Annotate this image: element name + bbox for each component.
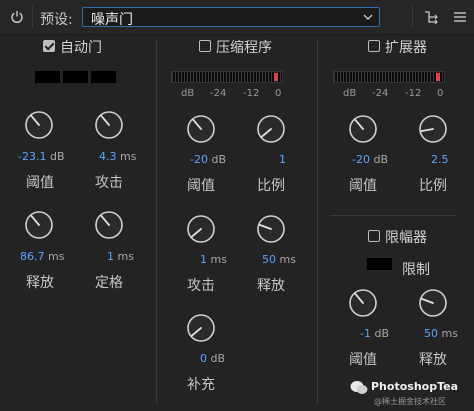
compressor-checkbox[interactable] bbox=[199, 40, 211, 52]
ratio-knob[interactable] bbox=[256, 114, 286, 144]
preset-label: 预设: bbox=[40, 12, 73, 28]
release-value: 50 ms bbox=[424, 327, 458, 340]
threshold-label: 阈值 bbox=[26, 175, 54, 191]
knob-dial bbox=[187, 314, 215, 342]
knob-dial bbox=[349, 115, 377, 143]
threshold-label: 阈值 bbox=[349, 352, 377, 368]
routing-icon[interactable] bbox=[423, 9, 439, 25]
ratio-knob[interactable] bbox=[418, 114, 448, 144]
top-toolbar: 预设: 噪声门 bbox=[0, 0, 474, 35]
expander-meter bbox=[333, 71, 445, 83]
gate-indicator bbox=[91, 71, 116, 83]
knob-dial bbox=[187, 115, 215, 143]
gate-indicator bbox=[63, 71, 88, 83]
power-icon[interactable] bbox=[10, 10, 24, 24]
hold-label: 定格 bbox=[95, 275, 123, 291]
makeup-knob[interactable] bbox=[186, 313, 216, 343]
threshold-value: -20 dB bbox=[352, 153, 388, 166]
gate-checkbox[interactable] bbox=[43, 40, 55, 52]
meter-scale-label: dB bbox=[181, 88, 195, 99]
toolbar-divider bbox=[32, 6, 33, 28]
limit-label: 限制 bbox=[402, 262, 430, 278]
threshold-value: -20 dB bbox=[190, 153, 226, 166]
compressor-title: 压缩程序 bbox=[216, 40, 272, 56]
watermark-sub: @稀土掘金技术社区 bbox=[374, 397, 446, 406]
attack-knob[interactable] bbox=[94, 110, 124, 140]
release-value: 86.7 ms bbox=[20, 250, 65, 263]
column-divider bbox=[317, 40, 318, 404]
limiter-indicator bbox=[367, 258, 392, 270]
attack-value: 4.3 ms bbox=[99, 150, 137, 163]
section-divider bbox=[330, 215, 457, 216]
ratio-label: 比例 bbox=[257, 178, 285, 194]
toolbar-divider bbox=[412, 6, 413, 28]
hold-value: 1 ms bbox=[107, 250, 134, 263]
threshold-label: 阈值 bbox=[349, 178, 377, 194]
watermark-brand: PhotoshopTea bbox=[371, 380, 459, 393]
knob-dial bbox=[95, 211, 123, 239]
attack-value: 1 ms bbox=[200, 253, 227, 266]
column-divider bbox=[156, 40, 157, 404]
attack-label: 攻击 bbox=[95, 175, 123, 191]
meter-scale-label: 0 bbox=[437, 88, 444, 99]
knob-dial bbox=[257, 115, 285, 143]
release-knob[interactable] bbox=[24, 210, 54, 240]
meter-scale-label: -24 bbox=[372, 88, 389, 99]
threshold-knob[interactable] bbox=[24, 110, 54, 140]
menu-icon[interactable] bbox=[452, 9, 468, 25]
attack-knob[interactable] bbox=[186, 214, 216, 244]
knob-dial bbox=[419, 115, 447, 143]
preset-dropdown[interactable]: 噪声门 bbox=[82, 7, 380, 28]
limiter-title: 限幅器 bbox=[385, 230, 427, 246]
knob-dial bbox=[95, 111, 123, 139]
watermark: PhotoshopTea @稀土掘金技术社区 bbox=[350, 378, 470, 408]
hold-knob[interactable] bbox=[94, 210, 124, 240]
makeup-value: 0 dB bbox=[200, 352, 226, 365]
threshold-value: -23.1 dB bbox=[18, 150, 65, 163]
ratio-label: 比例 bbox=[419, 178, 447, 194]
threshold-knob[interactable] bbox=[348, 288, 378, 318]
knob-dial bbox=[349, 289, 377, 317]
release-label: 释放 bbox=[26, 275, 54, 291]
ratio-value: 2.5 bbox=[431, 153, 449, 166]
compressor-meter bbox=[171, 71, 283, 83]
threshold-value: -1 dB bbox=[360, 327, 389, 340]
makeup-label: 补充 bbox=[187, 377, 215, 393]
gate-indicator bbox=[35, 71, 60, 83]
meter-scale-label: 0 bbox=[275, 88, 282, 99]
preset-value: 噪声门 bbox=[91, 12, 133, 28]
meter-scale-label: -12 bbox=[405, 88, 422, 99]
meter-scale-label: dB bbox=[343, 88, 357, 99]
threshold-knob[interactable] bbox=[348, 114, 378, 144]
knob-dial bbox=[187, 215, 215, 243]
limiter-checkbox[interactable] bbox=[368, 230, 380, 242]
knob-dial bbox=[419, 289, 447, 317]
release-knob[interactable] bbox=[418, 288, 448, 318]
meter-scale-label: -12 bbox=[243, 88, 260, 99]
release-label: 释放 bbox=[257, 278, 285, 294]
knob-dial bbox=[25, 211, 53, 239]
knob-dial bbox=[25, 111, 53, 139]
chevron-down-icon bbox=[363, 14, 373, 20]
expander-checkbox[interactable] bbox=[368, 40, 380, 52]
threshold-knob[interactable] bbox=[186, 114, 216, 144]
ratio-value: 1 bbox=[279, 153, 286, 166]
attack-label: 攻击 bbox=[187, 278, 215, 294]
threshold-label: 阈值 bbox=[187, 178, 215, 194]
release-value: 50 ms bbox=[262, 253, 296, 266]
expander-title: 扩展器 bbox=[385, 40, 427, 56]
gate-title: 自动门 bbox=[60, 40, 102, 56]
meter-scale-label: -24 bbox=[210, 88, 227, 99]
release-label: 释放 bbox=[419, 352, 447, 368]
chat-logo-icon bbox=[350, 381, 368, 394]
release-knob[interactable] bbox=[256, 214, 286, 244]
knob-dial bbox=[257, 215, 285, 243]
